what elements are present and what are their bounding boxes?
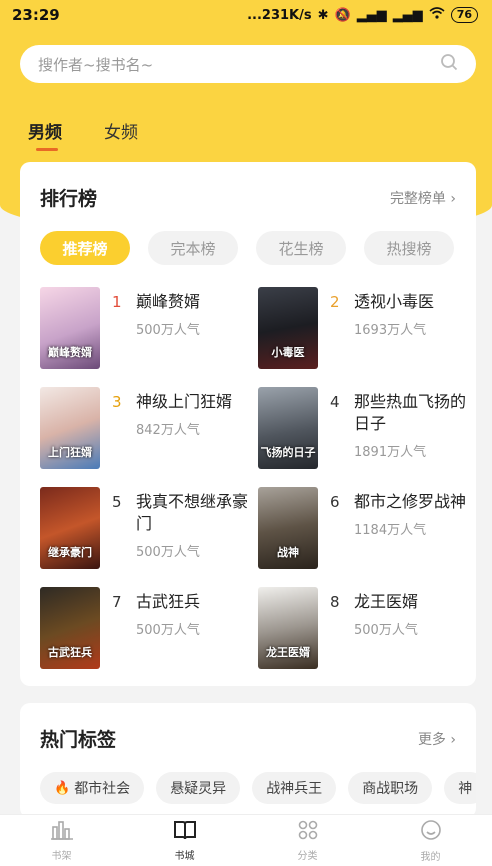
book-item[interactable]: 飞扬的日子 4 那些热血飞扬的日子 1891万人气	[258, 387, 476, 469]
book-title[interactable]: 神级上门狂婿	[136, 387, 254, 413]
rank-number: 3	[112, 393, 122, 411]
bottom-tab-bar: 书架 书城 分类 我的	[0, 814, 492, 866]
wifi-icon	[429, 7, 445, 23]
book-item[interactable]: 战神 6 都市之修罗战神 1184万人气	[258, 487, 476, 569]
rank-number: 7	[112, 593, 122, 611]
book-title[interactable]: 透视小毒医	[354, 287, 472, 313]
book-popularity: 1184万人气	[354, 523, 427, 538]
tab-category[interactable]: 分类	[268, 820, 348, 862]
book-title[interactable]: 龙王医婿	[354, 587, 472, 613]
full-ranking-link[interactable]: 完整榜单 ›	[390, 188, 456, 208]
book-cover[interactable]: 飞扬的日子	[258, 387, 318, 469]
book-item[interactable]: 继承豪门 5 我真不想继承豪门 500万人气	[40, 487, 258, 569]
bluetooth-icon: ✱	[317, 7, 329, 23]
tab-bookshelf[interactable]: 书架	[22, 820, 102, 862]
tab-bookstore[interactable]: 书城	[145, 820, 225, 862]
ranking-list: 巅峰赘婿 1 巅峰赘婿 500万人气 小毒医 2 透视小毒医 1693万人气 上…	[20, 265, 476, 669]
tab-completed[interactable]: 完本榜	[148, 231, 238, 265]
tag-chip[interactable]: 神	[444, 772, 476, 804]
book-item[interactable]: 古武狂兵 7 古武狂兵 500万人气	[40, 587, 258, 669]
book-popularity: 1693万人气	[354, 323, 427, 338]
tab-peanut[interactable]: 花生榜	[256, 231, 346, 265]
more-tags-link[interactable]: 更多 ›	[418, 729, 456, 749]
search-icon[interactable]	[440, 53, 458, 75]
rank-number: 5	[112, 493, 122, 511]
tag-chip[interactable]: 悬疑灵异	[156, 772, 241, 804]
ranking-card: 排行榜 完整榜单 › 推荐榜 完本榜 花生榜 热搜榜 巅峰赘婿 1 巅峰赘婿 5…	[20, 162, 476, 686]
network-speed: ...231K/s	[247, 7, 312, 23]
book-popularity: 500万人气	[136, 545, 200, 560]
book-item[interactable]: 上门狂婿 3 神级上门狂婿 842万人气	[40, 387, 258, 469]
tag-list: 🔥 都市社会 悬疑灵异 战神兵王 商战职场 神	[20, 752, 476, 804]
rank-number: 6	[330, 493, 340, 511]
signal-icon: ▂▄▆	[356, 7, 387, 23]
tab-mine[interactable]: 我的	[391, 819, 471, 863]
rank-number: 8	[330, 593, 340, 611]
gender-tabs: 男频 女频	[28, 118, 138, 151]
book-item[interactable]: 巅峰赘婿 1 巅峰赘婿 500万人气	[40, 287, 258, 369]
tag-chip[interactable]: 🔥 都市社会	[40, 772, 145, 804]
status-bar: 23:29 ...231K/s ✱ 🔕 ▂▄▆ ▂▄▆ 76	[0, 0, 492, 30]
book-item[interactable]: 小毒医 2 透视小毒医 1693万人气	[258, 287, 476, 369]
book-popularity: 500万人气	[354, 623, 418, 638]
mute-icon: 🔕	[334, 7, 351, 23]
book-popularity: 500万人气	[136, 323, 200, 338]
book-popularity: 842万人气	[136, 423, 200, 438]
signal-icon-2: ▂▄▆	[392, 7, 423, 23]
ranking-title: 排行榜	[40, 188, 98, 210]
book-title[interactable]: 我真不想继承豪门	[136, 487, 254, 535]
book-title[interactable]: 那些热血飞扬的日子	[354, 387, 472, 435]
book-cover[interactable]: 上门狂婿	[40, 387, 100, 469]
book-cover[interactable]: 巅峰赘婿	[40, 287, 100, 369]
rank-number: 2	[330, 293, 340, 311]
bookshelf-icon	[50, 820, 73, 844]
book-cover[interactable]: 小毒医	[258, 287, 318, 369]
book-popularity: 1891万人气	[354, 445, 427, 460]
search-bar[interactable]: 搜作者~搜书名~	[20, 45, 476, 83]
flame-icon: 🔥	[54, 780, 71, 796]
battery-indicator: 76	[450, 7, 478, 23]
tab-recommend[interactable]: 推荐榜	[40, 231, 130, 265]
status-time: 23:29	[12, 6, 60, 24]
book-item[interactable]: 龙王医婿 8 龙王医婿 500万人气	[258, 587, 476, 669]
hot-tags-card: 热门标签 更多 › 🔥 都市社会 悬疑灵异 战神兵王 商战职场 神	[20, 703, 476, 818]
hot-tags-title: 热门标签	[40, 729, 117, 751]
book-cover[interactable]: 战神	[258, 487, 318, 569]
tag-chip[interactable]: 战神兵王	[252, 772, 337, 804]
book-title[interactable]: 巅峰赘婿	[136, 287, 254, 313]
book-cover[interactable]: 古武狂兵	[40, 587, 100, 669]
tab-male[interactable]: 男频	[28, 118, 62, 151]
book-popularity: 500万人气	[136, 623, 200, 638]
rank-number: 4	[330, 393, 340, 411]
book-icon	[173, 820, 197, 844]
smiley-icon	[420, 819, 442, 845]
tab-female[interactable]: 女频	[104, 118, 138, 143]
book-cover[interactable]: 继承豪门	[40, 487, 100, 569]
book-cover[interactable]: 龙王医婿	[258, 587, 318, 669]
book-title[interactable]: 都市之修罗战神	[354, 487, 472, 513]
tab-hot-search[interactable]: 热搜榜	[364, 231, 454, 265]
rank-number: 1	[112, 293, 122, 311]
tag-chip[interactable]: 商战职场	[348, 772, 433, 804]
grid-icon	[298, 820, 318, 844]
search-placeholder: 搜作者~搜书名~	[38, 55, 154, 74]
ranking-tabs: 推荐榜 完本榜 花生榜 热搜榜	[20, 231, 476, 265]
book-title[interactable]: 古武狂兵	[136, 587, 254, 613]
